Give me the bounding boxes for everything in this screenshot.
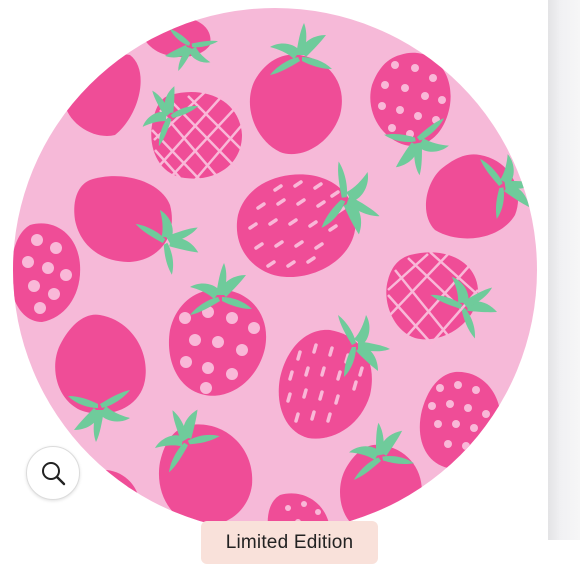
strawberry-pattern-circle [13,8,537,532]
badge-label: Limited Edition [225,532,354,553]
limited-edition-badge: Limited Edition [201,521,378,564]
product-image[interactable] [10,0,540,540]
next-image-peek[interactable] [548,0,580,540]
zoom-button[interactable] [26,446,80,500]
zoom-icon [42,462,66,486]
